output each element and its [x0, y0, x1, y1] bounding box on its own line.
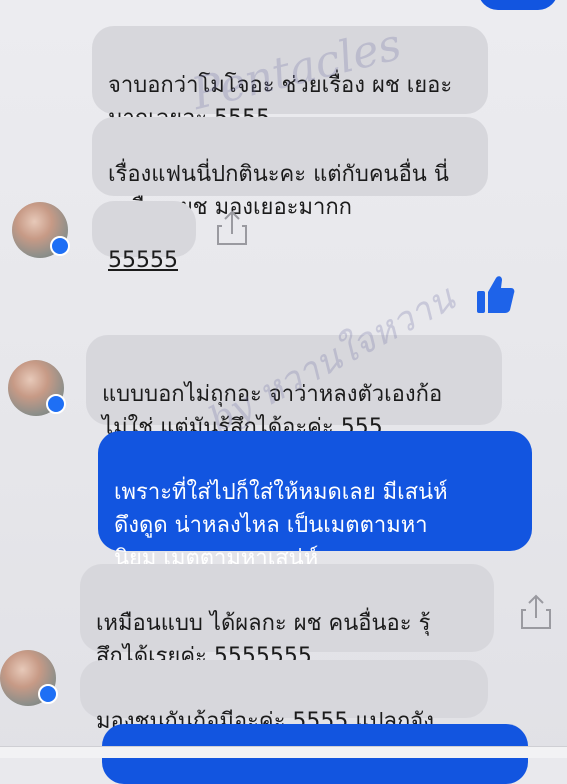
message-bubble-2[interactable]: เรื่องแฟนนี่ปกตินะคะ แต่กับคนอื่น นี่ เห…	[92, 117, 488, 220]
avatar[interactable]	[8, 360, 66, 416]
messenger-badge-icon	[50, 236, 70, 256]
share-icon[interactable]	[214, 208, 250, 248]
message-text-5: เพราะที่ใส่ไปก็ใส่ให้หมดเลย มีเสน่ห์ ดึง…	[114, 480, 448, 571]
message-bubble-4[interactable]: แบบบอกไม่ถุกอะ จาว่าหลงตัวเองก้อ ไม่ใช่ …	[86, 335, 502, 440]
message-bubble-7[interactable]: มองชนกันก้อมีอะค่ะ 5555 แปลกจัง	[80, 660, 488, 734]
share-icon[interactable]	[518, 592, 554, 632]
avatar[interactable]	[12, 202, 70, 258]
message-bubble-1[interactable]: จาบอกว่าโมโจอะ ช่วยเรื่อง ผช เยอะ มากเลย…	[92, 26, 488, 131]
message-bubble-6[interactable]: เหมือนแบบ ได้ผลกะ ผช คนอื่นอะ รุ้ สึกได้…	[80, 564, 494, 669]
messenger-badge-icon	[46, 394, 66, 414]
message-bubble-3[interactable]: 55555	[92, 201, 196, 273]
outgoing-bubble-partial[interactable]	[478, 0, 558, 10]
composer-bar	[0, 746, 567, 758]
avatar[interactable]	[0, 650, 58, 706]
chat-screen: จาบอกว่าโมโจอะ ช่วยเรื่อง ผช เยอะ มากเลย…	[0, 0, 567, 784]
message-text-3: 55555	[108, 248, 178, 273]
messenger-badge-icon	[38, 684, 58, 704]
message-bubble-5[interactable]: เพราะที่ใส่ไปก็ใส่ให้หมดเลย มีเสน่ห์ ดึง…	[98, 431, 532, 571]
thumbs-up-icon[interactable]	[474, 272, 516, 316]
